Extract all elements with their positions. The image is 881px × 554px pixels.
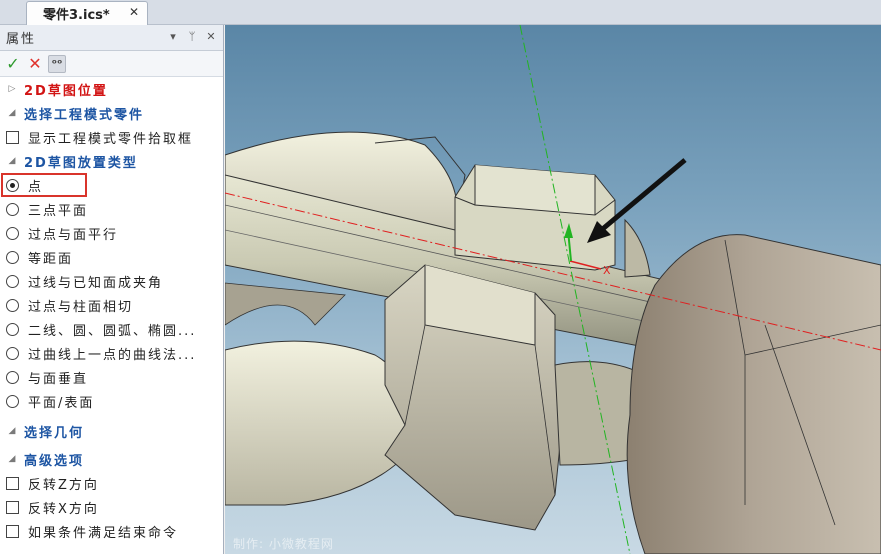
option-label: 过点与面平行	[28, 227, 119, 243]
radio-button[interactable]	[6, 250, 19, 264]
panel-header: 属性 ▾ ᛘ ✕	[0, 25, 223, 51]
checkmark-icon[interactable]: ✓	[4, 54, 22, 73]
placement-option-three-point-plane[interactable]: 三点平面	[0, 197, 223, 221]
section-select-part[interactable]: ◢ 选择工程模式零件	[0, 101, 223, 125]
section-title: 2D草图放置类型	[24, 155, 138, 171]
property-list: ▷ 2D草图位置 ◢ 选择工程模式零件 显示工程模式零件拾取框 ◢ 2D草图放置…	[0, 77, 223, 543]
close-icon[interactable]: ✕	[204, 30, 218, 43]
option-label: 如果条件满足结束命令	[28, 525, 179, 541]
placement-option-two-lines[interactable]: 二线、圆、圆弧、椭圆...	[0, 317, 223, 341]
radio-button[interactable]	[6, 298, 19, 312]
placement-option-plane-surface[interactable]: 平面/表面	[0, 389, 223, 413]
cancel-icon[interactable]: ✕	[26, 54, 44, 73]
section-advanced[interactable]: ◢ 高级选项	[0, 447, 223, 471]
radio-button[interactable]	[6, 274, 19, 288]
expand-arrow-icon[interactable]: ▷	[6, 84, 18, 94]
properties-panel: 属性 ▾ ᛘ ✕ ✓ ✕ ᵒᵒ ▷ 2D草图位置 ◢ 选择工程模式零件 显示工程…	[0, 25, 224, 554]
radio-button[interactable]	[6, 370, 19, 384]
model-render: X	[225, 25, 881, 554]
checkbox[interactable]	[6, 476, 19, 490]
preview-glasses-icon[interactable]: ᵒᵒ	[48, 54, 66, 73]
option-label: 过点与柱面相切	[28, 299, 134, 315]
option-label: 过曲线上一点的曲线法...	[28, 347, 197, 363]
dropdown-icon[interactable]: ▾	[166, 30, 180, 43]
placement-option-tangent[interactable]: 过点与柱面相切	[0, 293, 223, 317]
checkbox[interactable]	[6, 130, 19, 144]
placement-option-point[interactable]: 点	[0, 173, 223, 197]
placement-option-offset[interactable]: 等距面	[0, 245, 223, 269]
radio-button[interactable]	[6, 394, 19, 408]
panel-title: 属性	[6, 32, 37, 47]
panel-toolbar: ✓ ✕ ᵒᵒ	[0, 51, 223, 77]
option-label: 与面垂直	[28, 371, 89, 387]
x-axis-label: X	[603, 264, 611, 277]
option-label: 点	[28, 179, 44, 195]
option-label: 反转Z方向	[28, 477, 99, 493]
pin-icon[interactable]: ᛘ	[185, 30, 199, 43]
placement-option-perpendicular[interactable]: 与面垂直	[0, 365, 223, 389]
collapse-arrow-icon[interactable]: ◢	[6, 108, 18, 118]
section-title: 选择几何	[24, 425, 85, 441]
document-tab-strip: 零件3.ics* ✕	[0, 0, 881, 25]
checkbox[interactable]	[6, 524, 19, 538]
checkbox[interactable]	[6, 500, 19, 514]
advanced-option-reverse-x[interactable]: 反转X方向	[0, 495, 223, 519]
3d-viewport[interactable]: X 制作: 小微教程网	[225, 25, 881, 554]
option-label: 三点平面	[28, 203, 89, 219]
section-select-geometry[interactable]: ◢ 选择几何	[0, 419, 223, 443]
section-title: 2D草图位置	[24, 83, 108, 99]
radio-button[interactable]	[6, 178, 19, 192]
advanced-option-end-command[interactable]: 如果条件满足结束命令	[0, 519, 223, 543]
collapse-arrow-icon[interactable]: ◢	[6, 426, 18, 436]
show-pick-box-option[interactable]: 显示工程模式零件拾取框	[0, 125, 223, 149]
placement-option-curve-normal[interactable]: 过曲线上一点的曲线法...	[0, 341, 223, 365]
option-label: 等距面	[28, 251, 74, 267]
placement-option-parallel[interactable]: 过点与面平行	[0, 221, 223, 245]
collapse-arrow-icon[interactable]: ◢	[6, 156, 18, 166]
close-icon[interactable]: ✕	[127, 5, 141, 19]
option-label: 显示工程模式零件拾取框	[28, 131, 194, 147]
option-label: 平面/表面	[28, 395, 95, 411]
section-title: 选择工程模式零件	[24, 107, 145, 123]
document-tab[interactable]: 零件3.ics* ✕	[26, 1, 148, 25]
option-label: 过线与已知面成夹角	[28, 275, 164, 291]
collapse-arrow-icon[interactable]: ◢	[6, 454, 18, 464]
option-label: 反转X方向	[28, 501, 99, 517]
document-tab-title: 零件3.ics*	[43, 8, 110, 23]
placement-option-angle[interactable]: 过线与已知面成夹角	[0, 269, 223, 293]
option-label: 二线、圆、圆弧、椭圆...	[28, 323, 197, 339]
advanced-option-reverse-z[interactable]: 反转Z方向	[0, 471, 223, 495]
radio-button[interactable]	[6, 322, 19, 336]
section-placement-type[interactable]: ◢ 2D草图放置类型	[0, 149, 223, 173]
section-sketch-position[interactable]: ▷ 2D草图位置	[0, 77, 223, 101]
watermark: 制作: 小微教程网	[233, 537, 334, 551]
radio-button[interactable]	[6, 226, 19, 240]
radio-button[interactable]	[6, 202, 19, 216]
section-title: 高级选项	[24, 453, 85, 469]
radio-button[interactable]	[6, 346, 19, 360]
